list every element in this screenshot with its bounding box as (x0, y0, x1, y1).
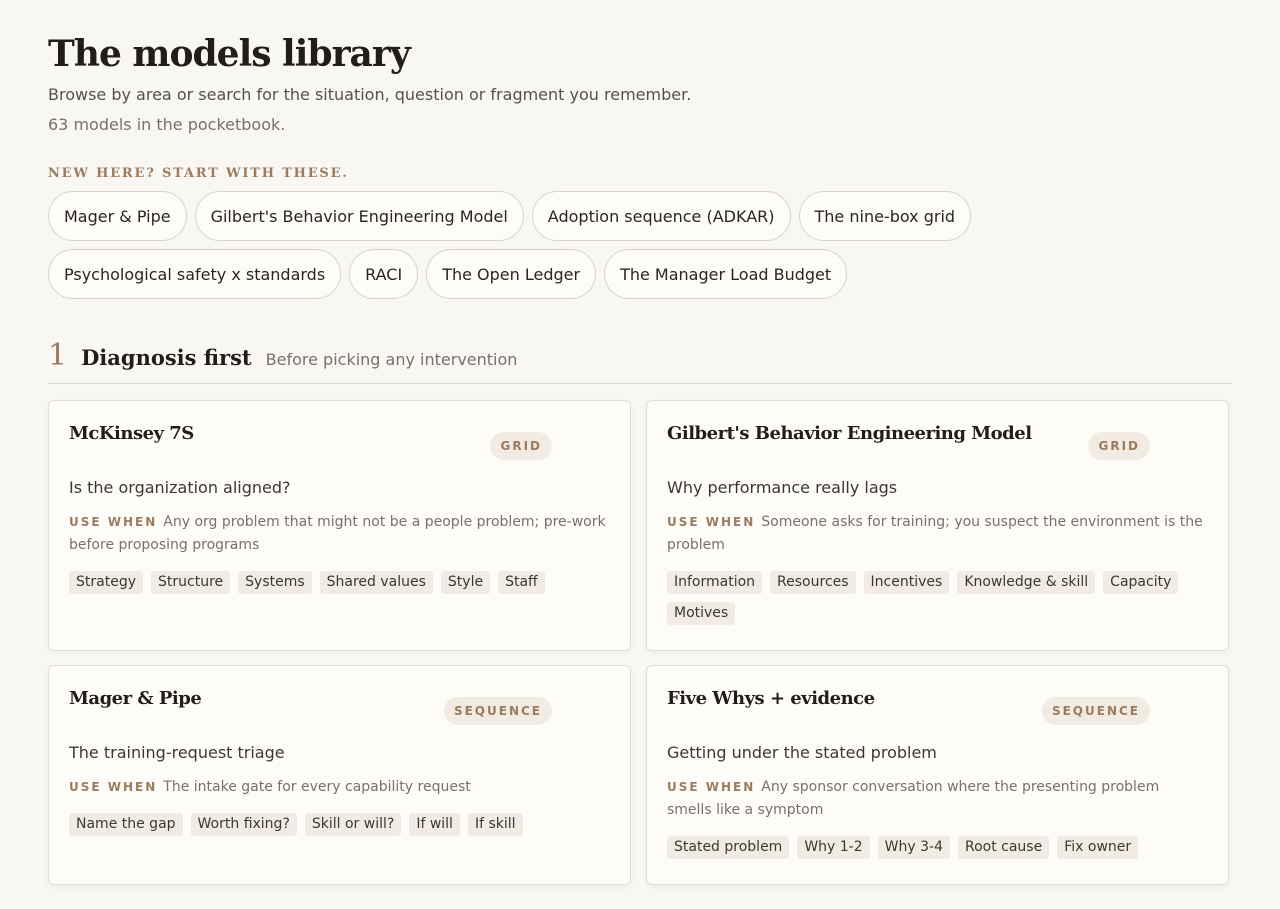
model-card-use-when: USE WHEN Any sponsor conversation where t… (667, 776, 1208, 822)
tag: Skill or will? (304, 813, 402, 836)
model-card-title: Mager & Pipe (69, 688, 202, 709)
tag: If skill (467, 813, 523, 836)
tag: Incentives (863, 571, 950, 594)
tag: Root cause (957, 836, 1050, 859)
tag: Knowledge & skill (957, 571, 1096, 594)
model-type-badge: SEQUENCE (443, 697, 552, 725)
use-when-label: USE WHEN (667, 780, 756, 794)
starter-chip[interactable]: The Open Ledger (426, 249, 597, 299)
models-library-page: The models library Browse by area or sea… (0, 0, 1280, 885)
model-card[interactable]: McKinsey 7S GRID Is the organization ali… (48, 400, 631, 651)
model-card-title: Gilbert's Behavior Engineering Model (667, 423, 1032, 444)
tag: Resources (770, 571, 856, 594)
model-card-question: Is the organization aligned? (69, 478, 291, 497)
use-when-label: USE WHEN (667, 515, 756, 529)
model-card[interactable]: Gilbert's Behavior Engineering Model GRI… (646, 400, 1229, 651)
starter-chip[interactable]: RACI (349, 249, 419, 299)
tag: Strategy (69, 571, 143, 594)
model-card[interactable]: Five Whys + evidence SEQUENCE Getting un… (646, 665, 1229, 885)
use-when-text: The intake gate for every capability req… (163, 779, 471, 795)
section-header: 1 Diagnosis first Before picking any int… (48, 341, 1232, 384)
tag: Name the gap (69, 813, 183, 836)
model-type-badge: GRID (1088, 432, 1150, 460)
model-card-tags: Information Resources Incentives Knowled… (667, 571, 1208, 625)
model-type-badge: SEQUENCE (1041, 697, 1150, 725)
tag: Staff (498, 571, 545, 594)
page-subtitle: Browse by area or search for the situati… (48, 85, 692, 104)
starter-chip[interactable]: Mager & Pipe (48, 191, 187, 241)
use-when-label: USE WHEN (69, 515, 158, 529)
model-card-question: Getting under the stated problem (667, 743, 937, 762)
tag: Stated problem (667, 836, 790, 859)
starter-chip[interactable]: Gilbert's Behavior Engineering Model (194, 191, 524, 241)
use-when-label: USE WHEN (69, 780, 158, 794)
tag: Motives (667, 602, 736, 625)
model-card-question: Why performance really lags (667, 478, 898, 497)
starter-chip[interactable]: Adoption sequence (ADKAR) (531, 191, 791, 241)
starter-chip[interactable]: The nine-box grid (798, 191, 972, 241)
model-card-question: The training-request triage (69, 743, 285, 762)
model-card-title: Five Whys + evidence (667, 688, 875, 709)
model-type-badge: GRID (490, 432, 552, 460)
tag: If will (409, 813, 460, 836)
model-card-tags: Strategy Structure Systems Shared values… (69, 571, 610, 594)
section-subtitle: Before picking any intervention (265, 350, 518, 369)
page-title: The models library (48, 33, 411, 75)
tag: Capacity (1103, 571, 1179, 594)
model-count: 63 models in the pocketbook. (48, 115, 286, 134)
model-card-tags: Name the gap Worth fixing? Skill or will… (69, 813, 610, 836)
starter-chips: Mager & Pipe Gilbert's Behavior Engineer… (48, 191, 988, 299)
model-card-use-when: USE WHEN Any org problem that might not b… (69, 511, 610, 557)
starter-heading: New here? Start with these. (48, 166, 349, 181)
starter-chip[interactable]: The Manager Load Budget (604, 249, 848, 299)
tag: Style (440, 571, 491, 594)
tag: Why 3-4 (877, 836, 950, 859)
tag: Worth fixing? (190, 813, 297, 836)
starter-chip[interactable]: Psychological safety x standards (48, 249, 342, 299)
tag: Fix owner (1057, 836, 1139, 859)
tag: Structure (151, 571, 231, 594)
model-card-title: McKinsey 7S (69, 423, 194, 444)
tag: Information (667, 571, 763, 594)
tag: Shared values (319, 571, 433, 594)
model-card-use-when: USE WHEN Someone asks for training; you s… (667, 511, 1208, 557)
tag: Systems (238, 571, 312, 594)
model-card-tags: Stated problem Why 1-2 Why 3-4 Root caus… (667, 836, 1208, 859)
model-card[interactable]: Mager & Pipe SEQUENCE The training-reque… (48, 665, 631, 885)
model-card-use-when: USE WHEN The intake gate for every capabi… (69, 776, 610, 799)
section-title: Diagnosis first (81, 345, 252, 370)
model-cards-grid: McKinsey 7S GRID Is the organization ali… (48, 400, 1232, 885)
section-number: 1 (48, 338, 68, 373)
tag: Why 1-2 (797, 836, 870, 859)
